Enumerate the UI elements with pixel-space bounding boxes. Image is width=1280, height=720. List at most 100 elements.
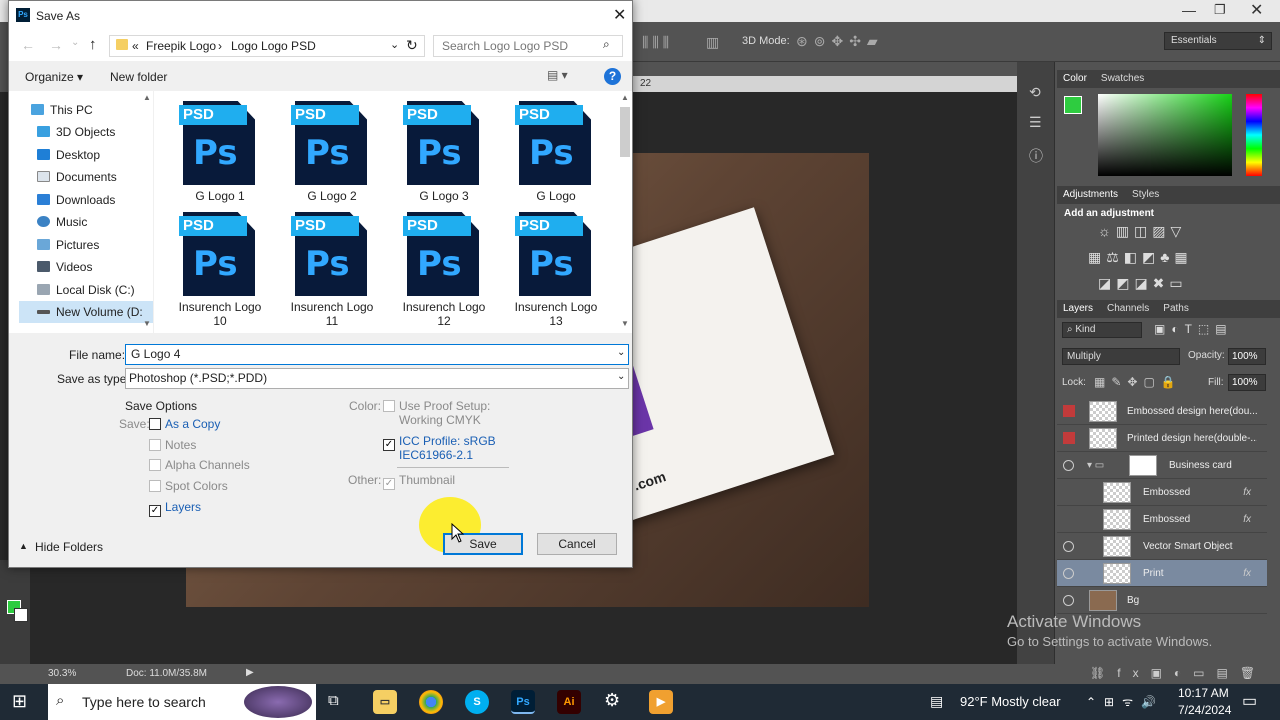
sidebar-item-desktop[interactable]: Desktop — [19, 144, 153, 166]
adjustment-icons-row1[interactable]: ☼▥◫▨▽ — [1098, 223, 1186, 240]
tab-styles[interactable]: Styles — [1132, 189, 1159, 200]
opacity-input[interactable]: 100% — [1228, 348, 1266, 365]
sidebar-item-3d-objects[interactable]: 3D Objects — [19, 121, 153, 143]
file-explorer-icon[interactable]: ▭ — [373, 690, 397, 714]
settings-icon[interactable]: ⚙ — [604, 690, 620, 711]
fill-input[interactable]: 100% — [1228, 374, 1266, 391]
file-name-input[interactable]: G Logo 4 — [125, 344, 629, 365]
status-arrow-icon[interactable]: ▶ — [246, 667, 254, 678]
file-item[interactable]: PSD Ps G Logo 1 — [170, 101, 270, 211]
as-a-copy-checkbox[interactable]: As a Copy — [149, 417, 220, 431]
hide-folders-button[interactable]: Hide Folders — [35, 540, 103, 554]
save-type-select[interactable]: Photoshop (*.PSD;*.PDD) — [125, 368, 629, 389]
file-name-dropdown-icon[interactable]: ⌄ — [617, 347, 625, 358]
lock-icons[interactable]: ▦✎✥▢🔒 — [1094, 375, 1182, 389]
file-item[interactable]: PSD Ps Insurench Logo 12 — [394, 212, 494, 328]
file-item[interactable]: PSD Ps Insurench Logo 13 — [506, 212, 606, 328]
files-scroll-up-icon[interactable]: ▲ — [621, 93, 629, 102]
sidebar-item-local-disk[interactable]: Local Disk (C:) — [19, 279, 153, 301]
up-arrow-icon[interactable]: ↑ — [89, 36, 97, 53]
sidebar-item-this-pc[interactable]: This PC — [19, 99, 153, 121]
sidebar-item-music[interactable]: Music — [19, 211, 153, 233]
align-icon[interactable]: ⫼ ⫼ ⫼ — [642, 34, 669, 51]
properties-icon[interactable]: ☰ — [1029, 114, 1042, 131]
photoshop-taskbar-icon[interactable]: Ps — [511, 690, 535, 714]
thumbnail-checkbox[interactable]: ✓ Thumbnail — [383, 473, 455, 490]
spot-colors-checkbox[interactable]: Spot Colors — [149, 479, 228, 493]
layer-group-row[interactable]: ▾ ▭ Business card — [1057, 452, 1267, 479]
help-icon[interactable]: ? — [604, 68, 621, 85]
refresh-icon[interactable]: ↻ — [406, 37, 418, 54]
blend-mode-select[interactable]: Multiply — [1062, 348, 1180, 365]
weather-icon[interactable]: ▤ — [930, 693, 943, 710]
layers-checkbox[interactable]: ✓ Layers — [149, 500, 201, 517]
search-input[interactable]: Search Logo Logo PSD — [433, 35, 623, 57]
sidebar-item-pictures[interactable]: Pictures — [19, 234, 153, 256]
alpha-channels-checkbox[interactable]: Alpha Channels — [149, 458, 250, 472]
restore-icon[interactable]: ❐ — [1214, 2, 1226, 18]
file-item[interactable]: PSD Ps G Logo 2 — [282, 101, 382, 211]
3d-tools-icon[interactable]: ⊛⊚✥✣▰ — [796, 33, 884, 50]
files-scroll-down-icon[interactable]: ▼ — [621, 319, 629, 328]
task-view-icon[interactable]: ⧉ — [328, 692, 339, 709]
workspace-select[interactable]: Essentials ⇕ — [1164, 32, 1272, 50]
breadcrumb-freepik[interactable]: Freepik Logo — [146, 39, 216, 53]
back-arrow-icon[interactable]: ← — [21, 37, 35, 53]
address-dropdown-icon[interactable]: ⌄ — [390, 38, 399, 51]
layer-row[interactable]: Embossed fx — [1057, 479, 1267, 506]
illustrator-icon[interactable]: Ai — [557, 690, 581, 714]
close-icon[interactable]: ✕ — [1250, 0, 1263, 20]
layer-row[interactable]: Printed design here(double-... — [1057, 425, 1267, 452]
save-type-dropdown-icon[interactable]: ⌄ — [617, 371, 625, 382]
sidebar-item-downloads[interactable]: Downloads — [19, 189, 153, 211]
layer-bottom-icons[interactable]: ⛓fx▣◐▭▤🗑 — [1090, 666, 1267, 680]
file-item[interactable]: PSD Ps G Logo — [506, 101, 606, 211]
file-list-scrollbar[interactable] — [620, 107, 630, 157]
skype-icon[interactable]: S — [465, 690, 489, 714]
scroll-down-icon[interactable]: ▼ — [143, 319, 151, 328]
layer-filter-kind[interactable]: ⌕ Kind — [1062, 322, 1142, 338]
layer-filter-icons[interactable]: ▣◐T⬚▤ — [1154, 322, 1233, 336]
system-tray-icons[interactable]: ⌃⊞ᯤ🔊 — [1086, 693, 1164, 710]
info-icon[interactable]: ⓘ — [1029, 146, 1043, 166]
tab-layers[interactable]: Layers — [1063, 303, 1093, 314]
sidebar-item-new-volume[interactable]: New Volume (D: — [19, 301, 153, 323]
file-item[interactable]: PSD Ps Insurench Logo 10 — [170, 212, 270, 328]
zoom-level[interactable]: 30.3% — [48, 668, 76, 679]
view-options-icon[interactable]: ▤ ▾ — [547, 68, 568, 82]
forward-arrow-icon[interactable]: → — [49, 37, 63, 53]
notifications-icon[interactable]: ▭ — [1242, 691, 1257, 711]
adjustment-icons-row2[interactable]: ▦⚖◧◩♣▦ — [1088, 249, 1193, 266]
tab-channels[interactable]: Channels — [1107, 303, 1149, 314]
weather-text[interactable]: 92°F Mostly clear — [960, 694, 1061, 709]
history-icon[interactable]: ⟲ — [1029, 84, 1041, 101]
proof-setup-checkbox[interactable]: Use Proof Setup: — [383, 399, 490, 413]
layer-row[interactable]: Embossed fx — [1057, 506, 1267, 533]
dialog-close-icon[interactable]: ✕ — [613, 5, 626, 25]
chrome-icon[interactable] — [419, 690, 443, 714]
scroll-up-icon[interactable]: ▲ — [143, 93, 151, 102]
organize-button[interactable]: Organize ▾ — [25, 70, 83, 84]
recent-dropdown-icon[interactable]: ⌄ — [71, 37, 79, 48]
new-folder-button[interactable]: New folder — [110, 70, 167, 84]
sidebar-item-documents[interactable]: Documents — [19, 166, 153, 188]
file-item[interactable]: PSD Ps Insurench Logo 11 — [282, 212, 382, 328]
notes-checkbox[interactable]: Notes — [149, 438, 196, 452]
taskbar-search-box[interactable]: ⌕ Type here to search — [48, 684, 316, 720]
clock-time[interactable]: 10:17 AM — [1178, 686, 1229, 700]
search-icon[interactable]: ⌕ — [603, 37, 610, 52]
hide-folders-chevron-icon[interactable]: ▲ — [19, 541, 28, 551]
tab-adjustments[interactable]: Adjustments — [1063, 189, 1118, 200]
distribute-icon[interactable]: ▥ — [706, 34, 719, 51]
address-bar[interactable]: « Freepik Logo › Logo Logo PSD ⌄ ↻ — [109, 35, 425, 57]
tab-paths[interactable]: Paths — [1163, 303, 1189, 314]
layer-row[interactable]: Embossed design here(dou... — [1057, 398, 1267, 425]
layer-row-selected[interactable]: Print fx — [1057, 560, 1267, 587]
tab-color[interactable]: Color — [1063, 73, 1087, 84]
windows-start-icon[interactable]: ⊞ — [12, 691, 27, 712]
layer-row[interactable]: Bg — [1057, 587, 1267, 614]
clock-date[interactable]: 7/24/2024 — [1178, 703, 1231, 717]
layer-row[interactable]: Vector Smart Object — [1057, 533, 1267, 560]
media-player-icon[interactable]: ▶ — [649, 690, 673, 714]
adjustment-icons-row3[interactable]: ◪◩◪✖▭ — [1098, 275, 1188, 292]
